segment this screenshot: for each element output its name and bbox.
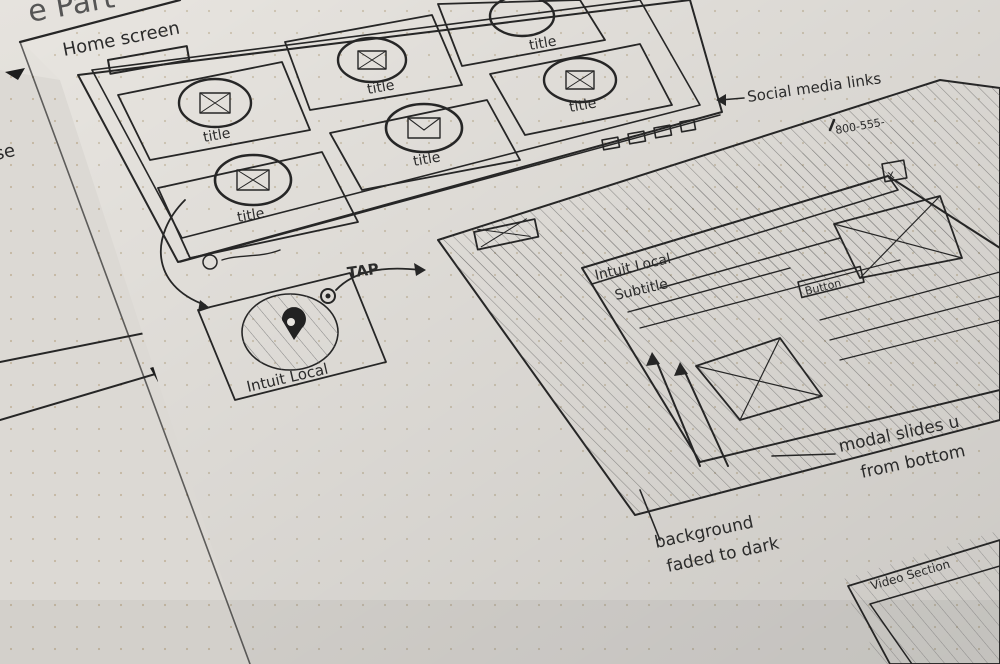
- sketch-drawing: se e Part Home screen Social media links: [0, 0, 1000, 664]
- notebook-sketch-photo: se e Part Home screen Social media links: [0, 0, 1000, 664]
